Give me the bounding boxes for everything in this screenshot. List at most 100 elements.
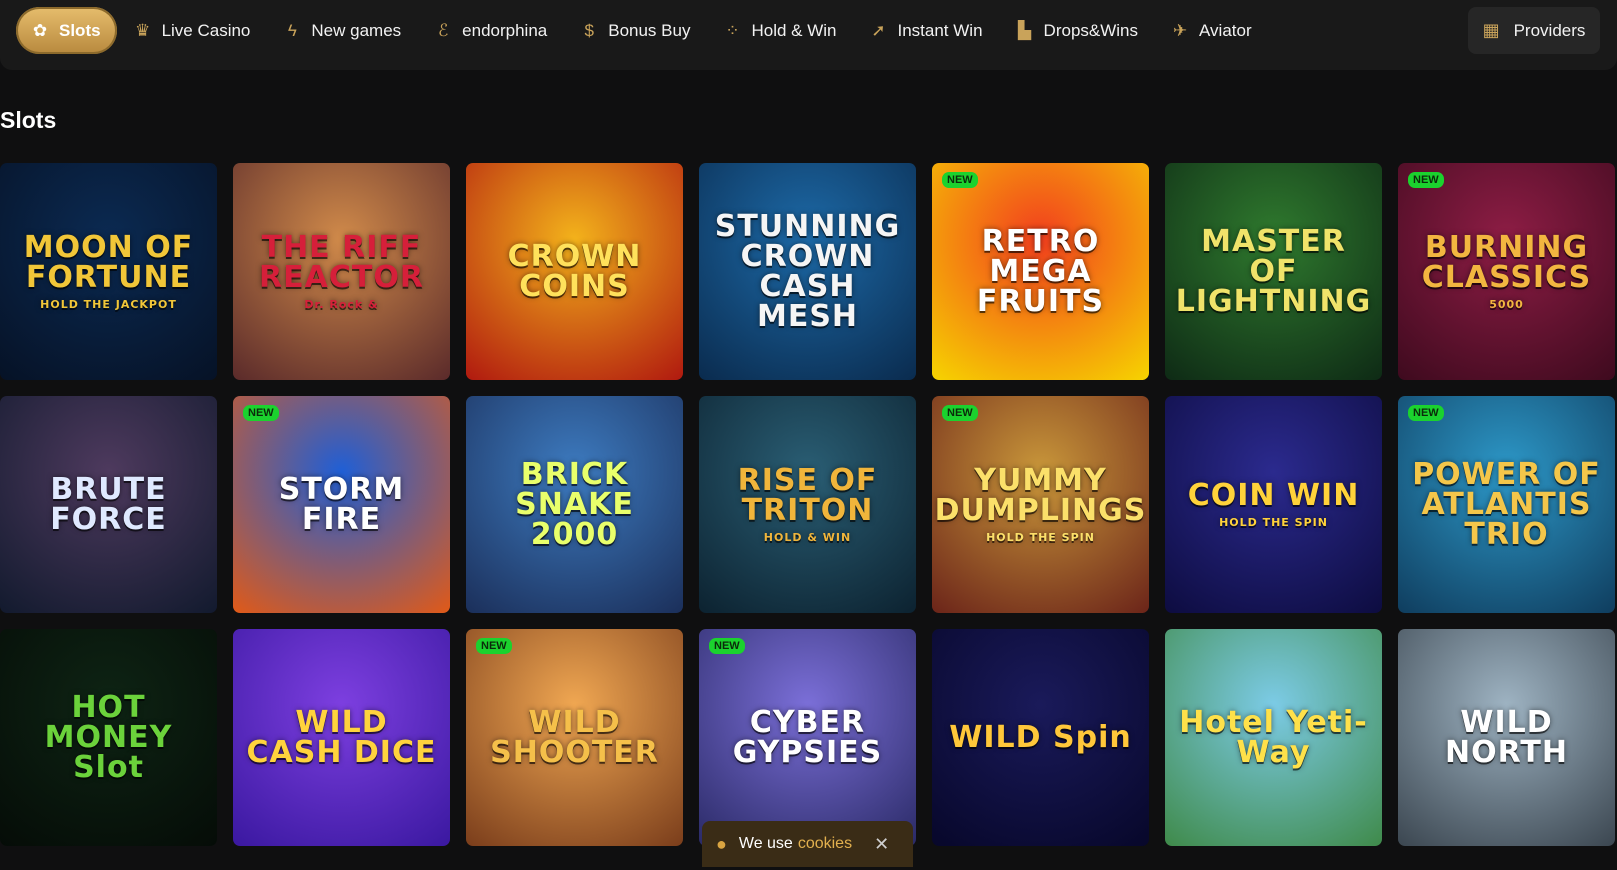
rocket-icon: ➚ [871,20,886,40]
game-title: HOT MONEY Slot [0,689,217,785]
game-tile[interactable]: STORM FIRE NEW [233,396,450,613]
new-badge: NEW [942,405,978,421]
new-badge: NEW [1408,405,1444,421]
game-title-text: STUNNING CROWN CASH MESH [714,208,901,334]
game-tile[interactable]: POWER OF ATLANTIS TRIO NEW [1398,396,1615,613]
close-icon[interactable]: ✕ [874,834,889,855]
game-title-text: BURNING CLASSICS [1421,230,1592,295]
new-badge: NEW [942,172,978,188]
nav-item-label: Hold & Win [751,20,837,40]
game-subtitle: HOLD THE JACKPOT [40,298,177,311]
game-tile[interactable]: WILD NORTH [1398,629,1615,846]
game-tile[interactable]: MASTER OF LIGHTNING [1165,163,1382,380]
game-title-text: RETRO MEGA FRUITS [976,223,1105,319]
game-title: BURNING CLASSICS 5000 [1398,230,1615,311]
nav-item-live-casino[interactable]: ♛ Live Casino [117,7,267,54]
game-tile[interactable]: BRICK SNAKE 2000 [466,396,683,613]
top-navigation-bar: ✿ Slots ♛ Live Casino ϟ New games ℰendorphina $… [0,0,1617,70]
nav-item-label: New games [311,20,402,40]
live-casino-icon: ♛ [134,20,151,40]
game-subtitle: HOLD THE SPIN [1219,516,1328,529]
plane-icon: ✈ [1172,20,1188,40]
nav-item-bonus-buy[interactable]: $ Bonus Buy [563,7,706,54]
game-title: POWER OF ATLANTIS TRIO [1398,456,1615,552]
game-tile[interactable]: MOON OF FORTUNE HOLD THE JACKPOT [0,163,217,380]
nav-item-instant-win[interactable]: ➚ Instant Win [853,7,999,54]
category-nav: ✿ Slots ♛ Live Casino ϟ New games ℰendorphina $… [16,7,1268,54]
game-subtitle: 5000 [1489,298,1524,311]
game-title: MOON OF FORTUNE HOLD THE JACKPOT [0,230,217,311]
game-title: MASTER OF LIGHTNING [1165,223,1382,319]
game-tile[interactable]: RETRO MEGA FRUITS NEW [932,163,1149,380]
game-title-text: WILD CASH DICE [246,704,437,770]
game-tile[interactable]: BURNING CLASSICS 5000 NEW [1398,163,1615,380]
game-subtitle: HOLD THE SPIN [986,531,1095,544]
game-tile[interactable]: HOT MONEY Slot [0,629,217,846]
nav-item-endorphina[interactable]: ℰendorphina [417,7,563,54]
nav-item-slots[interactable]: ✿ Slots [16,7,117,54]
nav-item-new-games[interactable]: ϟ New games [266,7,417,54]
game-title: WILD SHOOTER [466,707,683,768]
podium-icon: ▙ [1018,20,1032,40]
new-badge: NEW [476,638,512,654]
lightning-icon: ϟ [287,20,297,40]
cookies-link[interactable]: cookies [798,835,852,853]
game-title-text: BRUTE FORCE [50,471,167,537]
nav-item-hold-win[interactable]: ⁘ Hold & Win [706,7,852,54]
game-title: WILD Spin [939,719,1141,755]
game-tile[interactable]: Hotel Yeti-Way [1165,629,1382,846]
game-title: BRUTE FORCE [0,471,217,537]
game-tile[interactable]: CYBER GYPSIES NEW [699,629,916,846]
game-title-text: Hotel Yeti-Way [1179,704,1368,770]
game-title: THE RIFF REACTOR Dr. Rock & [233,230,450,311]
new-badge: NEW [243,405,279,421]
game-tile[interactable]: YUMMY DUMPLINGS HOLD THE SPIN NEW [932,396,1149,613]
nav-item-label: endorphina [462,20,548,40]
game-title-text: COIN WIN [1187,478,1360,513]
game-tile[interactable]: STUNNING CROWN CASH MESH [699,163,916,380]
game-title-text: MOON OF FORTUNE [23,230,194,295]
providers-button[interactable]: ▦ Providers [1468,7,1600,54]
game-title-text: WILD NORTH [1445,704,1568,770]
game-title-text: YUMMY DUMPLINGS [934,463,1147,528]
game-title-text: STORM FIRE [278,471,405,537]
game-tile[interactable]: CROWN COINS [466,163,683,380]
game-title: CROWN COINS [466,241,683,302]
game-title-text: POWER OF ATLANTIS TRIO [1412,456,1601,552]
game-title-text: WILD Spin [949,719,1132,755]
game-tile[interactable]: WILD CASH DICE [233,629,450,846]
game-title-text: THE RIFF REACTOR [259,230,424,295]
game-title: Hotel Yeti-Way [1165,704,1382,770]
page-title: Slots [0,107,57,133]
nav-item-label: Aviator [1199,20,1252,40]
grid-icon: ▦ [1482,20,1500,40]
nav-item-label: Instant Win [897,20,983,40]
game-tile[interactable]: RISE OF TRITON HOLD & WIN [699,396,916,613]
nav-item-label: Slots [59,20,101,40]
game-title: RISE OF TRITON HOLD & WIN [699,463,916,544]
game-tile[interactable]: THE RIFF REACTOR Dr. Rock & [233,163,450,380]
game-title-text: HOT MONEY Slot [44,689,173,785]
cookie-text: We use [738,835,793,852]
game-title: RETRO MEGA FRUITS [932,223,1149,319]
nav-item-label: Bonus Buy [608,20,691,40]
game-title: YUMMY DUMPLINGS HOLD THE SPIN [932,463,1149,544]
game-tile[interactable]: WILD SHOOTER NEW [466,629,683,846]
game-tile[interactable]: BRUTE FORCE [0,396,217,613]
game-title: BRICK SNAKE 2000 [466,459,683,550]
new-badge: NEW [709,638,745,654]
nav-item-label: Drops&Wins [1043,20,1139,40]
providers-label: Providers [1513,20,1586,40]
game-title-text: RISE OF TRITON [737,463,878,528]
nav-item-drops-wins[interactable]: ▙ Drops&Wins [999,7,1154,54]
game-tile[interactable]: WILD Spin [932,629,1149,846]
slots-icon: ✿ [32,20,48,40]
game-title: STORM FIRE [233,471,450,537]
cookie-banner: ● We use cookies ✕ [702,821,913,867]
game-title: CYBER GYPSIES [699,707,916,768]
endorphina-icon: ℰ [438,20,449,40]
nav-item-aviator[interactable]: ✈ Aviator [1154,7,1268,54]
game-tile[interactable]: COIN WIN HOLD THE SPIN [1165,396,1382,613]
game-subtitle: HOLD & WIN [763,531,852,544]
game-title-text: MASTER OF LIGHTNING [1175,223,1372,319]
